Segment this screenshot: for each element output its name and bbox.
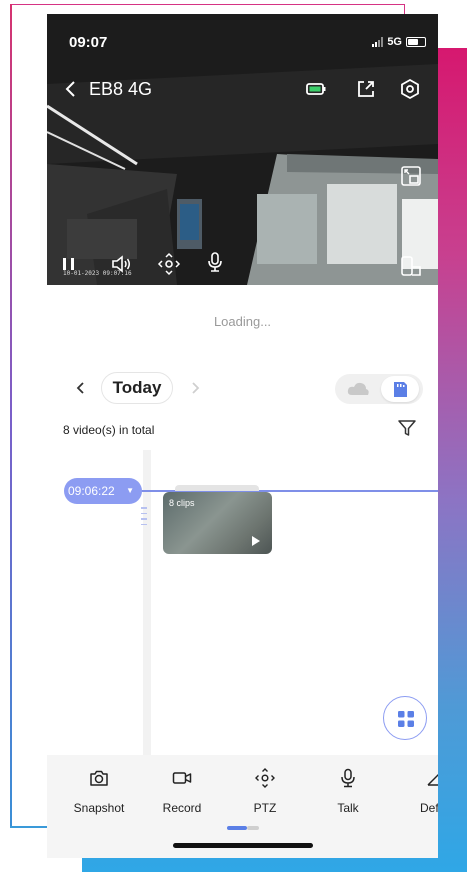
talk-button[interactable]: Talk [313, 767, 383, 815]
grid-icon [398, 711, 414, 727]
status-bar: 09:07 5G [47, 14, 438, 62]
date-navigation: Today [47, 370, 438, 406]
snapshot-label: Snapshot [73, 801, 125, 815]
background-frame-left-edge [10, 4, 12, 827]
page-indicator [227, 826, 259, 830]
timeline-track[interactable] [143, 450, 151, 756]
definition-button[interactable]: Defin [396, 767, 438, 815]
home-indicator [173, 843, 313, 848]
ptz-control-icon[interactable] [157, 252, 181, 276]
timeline-time: 09:06:22 [68, 484, 115, 498]
ptz-icon [255, 768, 275, 788]
signal-icon [372, 37, 384, 47]
grid-view-button[interactable] [383, 696, 427, 740]
video-count: 8 video(s) in total [63, 423, 155, 437]
video-header: EB8 4G [47, 74, 438, 104]
loading-text: Loading... [213, 314, 272, 329]
video-record-icon [172, 772, 192, 784]
sd-card-option[interactable] [381, 376, 419, 402]
back-button[interactable] [61, 78, 81, 100]
picture-in-picture-icon[interactable] [399, 164, 423, 188]
definition-icon [427, 773, 438, 786]
phone-screen: 09:07 5G EB8 4G 10-01-2023 09:07:16 Load… [47, 14, 438, 858]
status-indicators: 5G [372, 36, 426, 48]
ptz-button[interactable]: PTZ [230, 767, 300, 815]
definition-label: Defin [420, 801, 438, 815]
bottom-toolbar: Snapshot Record PTZ Talk Def [47, 755, 438, 858]
snapshot-button[interactable]: Snapshot [64, 767, 134, 815]
next-day-button[interactable] [185, 377, 205, 399]
settings-icon[interactable] [399, 78, 421, 100]
chevron-left-icon [76, 382, 84, 394]
ptz-label: PTZ [253, 801, 277, 815]
device-name: EB8 4G [89, 79, 153, 99]
battery-level-icon [306, 83, 326, 95]
fullscreen-icon[interactable] [399, 254, 423, 278]
sd-card-icon [394, 382, 407, 397]
microphone-icon [341, 768, 355, 788]
talk-label: Talk [337, 801, 359, 815]
battery-icon [406, 37, 426, 47]
timeline-time-badge[interactable]: 09:06:22 ▼ [64, 478, 142, 504]
share-icon[interactable] [355, 78, 377, 100]
chevron-right-icon [192, 382, 200, 394]
date-selector[interactable]: Today [101, 372, 173, 404]
chevron-left-icon [65, 81, 75, 97]
clip-count-label: 8 clips [169, 498, 195, 508]
clip-thumbnail[interactable]: 8 clips [163, 492, 272, 554]
clip-stack-shadow [175, 485, 259, 491]
record-button[interactable]: Record [147, 767, 217, 815]
previous-day-button[interactable] [71, 377, 91, 399]
filter-icon[interactable] [397, 418, 417, 438]
network-type: 5G [387, 36, 402, 48]
camera-icon [90, 770, 108, 786]
timeline-cursor-line [107, 490, 438, 492]
status-time: 09:07 [69, 34, 108, 51]
microphone-icon[interactable] [203, 250, 227, 274]
record-label: Record [162, 801, 202, 815]
storage-toggle[interactable] [335, 374, 423, 404]
cloud-icon[interactable] [345, 379, 371, 399]
play-icon [252, 536, 260, 546]
video-timestamp: 10-01-2023 09:07:16 [63, 270, 132, 277]
live-video[interactable]: 09:07 5G EB8 4G 10-01-2023 09:07:16 [47, 14, 438, 285]
timeline-marker [141, 507, 149, 535]
caret-down-icon: ▼ [126, 486, 134, 495]
